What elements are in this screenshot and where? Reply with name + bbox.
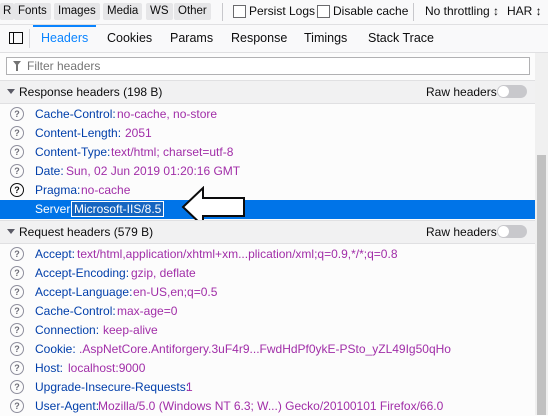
request-header-row[interactable]: ? Connection: keep-alive [0,321,535,340]
scrollbar-thumb[interactable] [537,155,546,415]
request-header-row[interactable]: ? Accept-Encoding: gzip, deflate [0,264,535,283]
question-circle-icon[interactable]: ? [10,342,24,356]
header-name: Pragma: [35,183,81,197]
header-value: text/html,application/xhtml+xm...plicati… [77,247,398,261]
header-value: localhost:9000 [68,361,146,375]
request-header-row[interactable]: ? Accept: text/html,application/xhtml+xm… [0,245,535,264]
header-name: Cache-Control: [35,304,116,318]
tab-params[interactable]: Params [170,25,213,52]
request-header-row[interactable]: ? Cookie: .AspNetCore.Antiforgery.3uF4r9… [0,340,535,359]
filter-other-button[interactable]: Other [174,3,211,20]
request-header-row[interactable]: ? Upgrade-Insecure-Requests: 1 [0,378,535,397]
tab-stack-trace[interactable]: Stack Trace [368,25,434,52]
har-menu[interactable]: HAR ↕ [507,4,542,18]
header-name: Upgrade-Insecure-Requests: [35,380,190,394]
question-circle-icon[interactable]: ? [10,183,24,197]
question-circle-icon[interactable]: ? [10,164,24,178]
question-circle-icon[interactable]: ? [10,285,24,299]
disable-cache-label: Disable cache [333,4,409,18]
dock-side-icon[interactable] [9,32,23,44]
raw-headers-toggle[interactable] [497,225,527,238]
throttling-select[interactable]: No throttling ↕ [425,4,499,18]
header-value-editing[interactable]: Microsoft-IIS/8.5 [71,201,165,217]
persist-logs-label: Persist Logs [249,4,316,18]
response-header-row[interactable]: ? Content-Type: text/html; charset=utf-8 [0,143,535,162]
question-circle-icon[interactable]: ? [10,399,24,413]
header-value: max-age=0 [117,304,178,318]
question-circle-icon[interactable]: ? [10,323,24,337]
header-value: Mozilla/5.0 (Windows NT 6.3; W...) Gecko… [98,399,444,413]
header-name: Accept-Language: [35,285,133,299]
response-header-row[interactable]: ? Content-Length: 2051 [0,124,535,143]
response-header-row[interactable]: ? Cache-Control: no-cache, no-store [0,105,535,124]
raw-headers-label: Raw headers [426,85,497,99]
request-headers-section[interactable]: Request headers (579 B) Raw headers [0,220,535,244]
header-name: Connection: [35,323,100,337]
question-circle-icon[interactable]: ? [10,107,24,121]
header-name: Cache-Control: [35,107,116,121]
header-value: keep-alive [103,323,158,337]
header-name: Content-Length: [35,126,122,140]
details-tab-bar: Headers Cookies Params Response Timings … [0,25,548,53]
header-value: .AspNetCore.Antiforgery.3uF4r9...FwdHdPf… [79,342,451,356]
question-circle-icon[interactable]: ? [10,145,24,159]
header-value: gzip, deflate [131,266,196,280]
tab-timings[interactable]: Timings [304,25,347,52]
header-value: no-cache, no-store [117,107,218,121]
question-circle-icon[interactable]: ? [10,126,24,140]
request-headers-title: Request headers (579 B) [19,225,154,239]
disable-cache-checkbox[interactable] [317,5,330,18]
request-type-filter-bar: R Fonts Images Media WS Other Persist Lo… [0,0,548,25]
response-header-row[interactable]: ? Pragma: no-cache [0,181,535,200]
header-name: Server: [35,202,74,216]
header-name: Accept-Encoding: [35,266,130,280]
vertical-scrollbar[interactable] [535,53,548,415]
raw-headers-label: Raw headers [426,225,497,239]
header-value: no-cache [81,183,131,197]
question-circle-icon[interactable]: ? [10,266,24,280]
filter-headers-row [0,53,548,79]
header-name: Accept: [35,247,76,261]
question-circle-icon[interactable]: ? [10,247,24,261]
filter-headers-input[interactable] [27,58,522,74]
question-circle-icon[interactable]: ? [10,304,24,318]
filter-media-button[interactable]: Media [103,3,143,20]
header-name: User-Agent: [35,399,100,413]
header-value: text/html; charset=utf-8 [111,145,234,159]
tab-response[interactable]: Response [231,25,287,52]
toolbar-separator [222,3,223,21]
request-header-row[interactable]: ? Host: localhost:9000 [0,359,535,378]
toolbar-separator [413,3,414,21]
filter-icon [13,61,21,71]
question-circle-icon[interactable]: ? [10,361,24,375]
tab-cookies[interactable]: Cookies [107,25,152,52]
response-headers-section[interactable]: Response headers (198 B) Raw headers [0,80,535,104]
filter-headers-box[interactable] [6,57,530,75]
chevron-down-icon[interactable] [7,229,15,234]
request-header-row[interactable]: ? Cache-Control: max-age=0 [0,302,535,321]
tab-separator [29,29,30,48]
header-value: Sun, 02 Jun 2019 01:20:16 GMT [66,164,241,178]
filter-type-button[interactable]: R [0,3,15,20]
header-name: Date: [35,164,64,178]
header-name: Cookie: [35,342,76,356]
response-headers-title: Response headers (198 B) [19,85,163,99]
filter-images-button[interactable]: Images [54,3,100,20]
persist-logs-checkbox[interactable] [233,5,246,18]
filter-ws-button[interactable]: WS [146,3,173,20]
header-name: Host: [35,361,64,375]
filter-fonts-button[interactable]: Fonts [14,3,51,20]
response-header-row-selected[interactable]: Server: Microsoft-IIS/8.5 [0,200,535,219]
raw-headers-toggle[interactable] [497,85,527,98]
request-header-row[interactable]: ? User-Agent: Mozilla/5.0 (Windows NT 6.… [0,397,535,416]
tab-headers[interactable]: Headers [32,25,97,52]
response-header-row[interactable]: ? Date: Sun, 02 Jun 2019 01:20:16 GMT [0,162,535,181]
header-value: 2051 [125,126,152,140]
request-header-row[interactable]: ? Accept-Language: en-US,en;q=0.5 [0,283,535,302]
header-value: en-US,en;q=0.5 [133,285,218,299]
chevron-down-icon[interactable] [7,89,15,94]
header-value: 1 [186,380,193,394]
question-circle-icon[interactable]: ? [10,380,24,394]
header-name: Content-Type: [35,145,111,159]
